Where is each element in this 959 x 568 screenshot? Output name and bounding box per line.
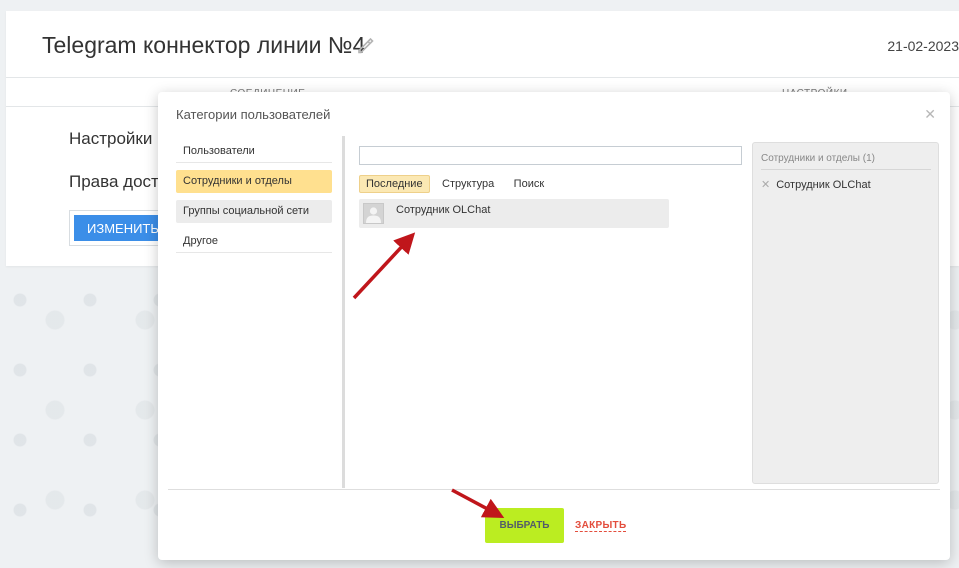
close-link[interactable]: ЗАКРЫТЬ (575, 520, 627, 532)
select-button[interactable]: ВЫБРАТЬ (485, 508, 564, 543)
category-other[interactable]: Другое (176, 230, 332, 253)
category-users[interactable]: Пользователи (176, 140, 332, 163)
close-icon[interactable]: ✕ (924, 106, 936, 123)
category-list: Пользователи Сотрудники и отделы Группы … (176, 140, 332, 260)
selected-item: ✕ Сотрудник OLChat (761, 178, 871, 191)
user-silhouette-icon (366, 207, 381, 223)
tab-recent[interactable]: Последние (359, 175, 430, 193)
edit-button[interactable]: ИЗМЕНИТЬ (74, 215, 166, 241)
tab-structure[interactable]: Структура (435, 175, 501, 193)
settings-heading: Настройки (69, 129, 153, 148)
tab-search[interactable]: Поиск (507, 175, 551, 193)
search-mode-tabs: Последние Структура Поиск (359, 174, 552, 193)
user-categories-dialog: Категории пользователей ✕ Пользователи С… (158, 92, 950, 560)
selected-item-name: Сотрудник OLChat (776, 179, 871, 191)
result-name: Сотрудник OLChat (396, 204, 491, 216)
panel-divider (342, 136, 345, 488)
pencil-icon[interactable] (356, 37, 374, 55)
selected-header: Сотрудники и отделы (1) (761, 153, 931, 170)
access-rights-heading: Права дост (69, 172, 159, 191)
dialog-title: Категории пользователей (176, 107, 331, 122)
search-input[interactable] (359, 146, 742, 165)
category-social-groups[interactable]: Группы социальной сети (176, 200, 332, 223)
page-date: 21-02-2023 (887, 38, 959, 54)
category-employees-departments[interactable]: Сотрудники и отделы (176, 170, 332, 193)
avatar (363, 203, 384, 224)
result-item[interactable]: Сотрудник OLChat (359, 199, 669, 228)
selected-panel: Сотрудники и отделы (1) ✕ Сотрудник OLCha… (752, 142, 939, 484)
page-title: Telegram коннектор линии №4 (42, 32, 366, 58)
footer-divider (168, 489, 940, 490)
remove-icon[interactable]: ✕ (761, 179, 770, 191)
edit-button-frame: ИЗМЕНИТЬ (69, 210, 169, 246)
